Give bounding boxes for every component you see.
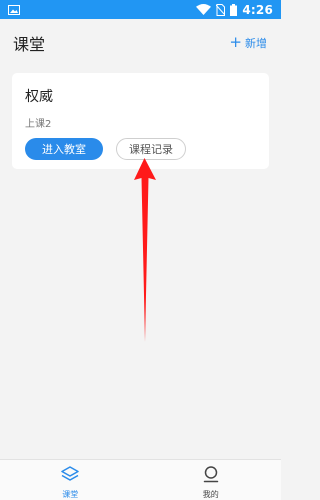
arrow-shape xyxy=(134,158,156,342)
bottom-tab-bar: 课堂 我的 xyxy=(0,459,281,500)
class-name: 权威 xyxy=(25,89,53,105)
layers-icon xyxy=(61,466,79,487)
add-button[interactable]: + 新增 xyxy=(229,35,267,51)
wifi-icon xyxy=(196,4,212,15)
app-bar: 课堂 + 新增 xyxy=(0,19,281,66)
no-sim-icon xyxy=(216,3,226,16)
status-bar: 4:26 xyxy=(0,0,281,19)
enter-classroom-button[interactable]: 进入教室 xyxy=(25,138,103,160)
user-icon xyxy=(203,466,219,487)
record-button[interactable]: 课程记录 xyxy=(116,138,186,160)
status-time: 4:26 xyxy=(242,2,273,17)
plus-icon: + xyxy=(229,33,242,51)
tab-classroom[interactable]: 课堂 xyxy=(0,460,141,500)
card-button-row: 进入教室 课程记录 xyxy=(25,138,256,160)
page-title: 课堂 xyxy=(13,34,46,54)
tab-mine[interactable]: 我的 xyxy=(141,460,282,500)
class-subtitle: 上课2 xyxy=(25,119,52,130)
tab-classroom-label: 课堂 xyxy=(62,490,79,499)
battery-icon xyxy=(230,3,238,16)
image-icon xyxy=(8,4,20,15)
add-button-label: 新增 xyxy=(245,36,267,50)
tab-mine-label: 我的 xyxy=(202,490,219,499)
class-card: 权威 上课2 进入教室 课程记录 xyxy=(12,73,269,169)
